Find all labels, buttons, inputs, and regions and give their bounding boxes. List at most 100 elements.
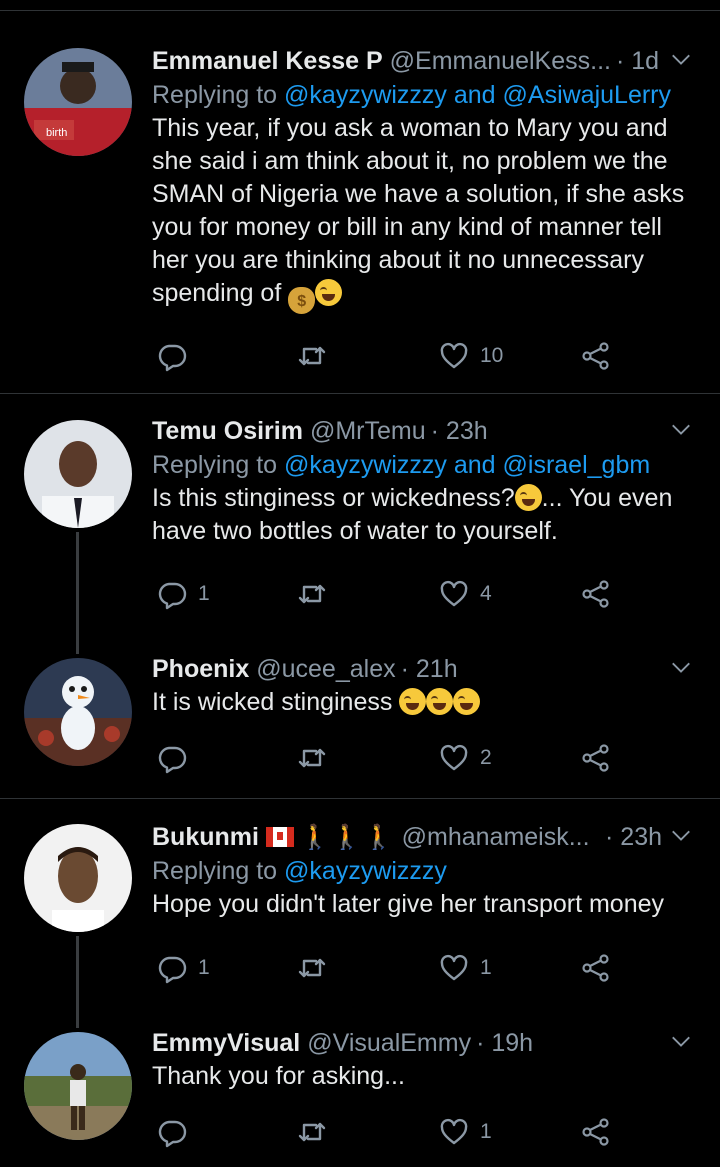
tears-of-joy-icon — [453, 688, 481, 715]
timestamp[interactable]: · 19h — [476, 1029, 533, 1058]
timestamp[interactable]: · 23h — [605, 823, 662, 852]
reply-button[interactable]: 1 — [156, 574, 210, 614]
tweet-header: Phoenix @ucee_alex · 21h — [152, 652, 696, 686]
reply-button[interactable] — [156, 1112, 198, 1152]
user-handle[interactable]: @VisualEmmy — [307, 1029, 471, 1058]
share-icon — [582, 1118, 609, 1146]
tweet-text: Hope you didn't later give her transport… — [152, 888, 696, 921]
user-handle[interactable]: @EmmanuelKess... — [390, 47, 611, 76]
retweet-button[interactable] — [296, 336, 338, 376]
retweet-icon — [298, 958, 326, 978]
heart-icon — [440, 1118, 468, 1145]
like-count: 1 — [480, 1120, 492, 1143]
retweet-icon — [298, 584, 326, 604]
walking-person-icon: 🚶 — [331, 823, 362, 851]
tweet-text: It is wicked stinginess — [152, 686, 696, 719]
heart-icon — [440, 744, 468, 771]
like-button[interactable]: 1 — [438, 1112, 492, 1152]
reply-button[interactable] — [156, 738, 198, 778]
share-button[interactable] — [580, 574, 612, 614]
tears-of-joy-icon — [514, 484, 542, 511]
replying-prefix: Replying to — [152, 81, 278, 109]
reply-icon — [158, 344, 187, 372]
display-name[interactable]: EmmyVisual — [152, 1029, 300, 1058]
retweet-icon — [298, 346, 326, 366]
replying-prefix: Replying to — [152, 857, 278, 885]
timestamp[interactable]: · 21h — [401, 655, 458, 684]
tweet-body: Thank you for asking... — [152, 1062, 405, 1090]
tweet-body: It is wicked stinginess — [152, 688, 393, 716]
like-button[interactable]: 4 — [438, 574, 492, 614]
chevron-down-icon[interactable] — [670, 48, 692, 70]
reply-icon — [158, 582, 187, 610]
retweet-icon — [298, 748, 326, 768]
reply-mentions[interactable]: @kayzywizzzy — [284, 857, 447, 885]
share-button[interactable] — [580, 948, 612, 988]
share-icon — [582, 342, 609, 370]
tweet-divider — [0, 798, 720, 799]
reply-icon — [158, 956, 187, 984]
reply-count: 1 — [198, 956, 210, 979]
tweet-header: Bukunmi 🚶 🚶 🚶 @mhanameisk... · 23h — [152, 820, 696, 854]
tweet-header: Temu Osirim @MrTemu · 23h — [152, 414, 696, 448]
money-bag-icon: $ — [288, 287, 316, 314]
tweet-text: Is this stinginess or wickedness?... You… — [152, 482, 696, 548]
chevron-down-icon[interactable] — [670, 824, 692, 846]
like-button[interactable]: 2 — [438, 738, 492, 778]
user-handle[interactable]: @MrTemu — [310, 417, 426, 446]
thread-line — [76, 936, 79, 1028]
top-divider — [0, 10, 720, 11]
like-button[interactable]: 1 — [438, 948, 492, 988]
share-icon — [582, 744, 609, 772]
avatar[interactable] — [24, 824, 132, 932]
avatar[interactable] — [24, 658, 132, 766]
tweet-actions: 2 — [152, 738, 652, 778]
tweet-actions: 1 4 — [152, 574, 652, 614]
reply-count: 1 — [198, 582, 210, 605]
chevron-down-icon[interactable] — [670, 1030, 692, 1052]
share-button[interactable] — [580, 336, 612, 376]
tweet-body: This year, if you ask a woman to Mary yo… — [152, 114, 685, 307]
replying-to: Replying to @kayzywizzzy and @AsiwajuLer… — [152, 78, 696, 112]
like-button[interactable]: 10 — [438, 336, 503, 376]
avatar[interactable]: birth — [24, 48, 132, 156]
tweet-actions: 10 — [152, 336, 652, 376]
retweet-icon — [298, 1122, 326, 1142]
tweet-text: Thank you for asking... — [152, 1060, 696, 1093]
retweet-button[interactable] — [296, 948, 338, 988]
canada-flag-icon — [265, 827, 294, 847]
walking-person-icon: 🚶 — [363, 823, 394, 851]
display-name[interactable]: Bukunmi — [152, 823, 259, 852]
avatar[interactable] — [24, 1032, 132, 1140]
display-name[interactable]: Temu Osirim — [152, 417, 303, 446]
user-handle[interactable]: @ucee_alex — [256, 655, 395, 684]
share-icon — [582, 580, 609, 608]
display-name[interactable]: Emmanuel Kesse P — [152, 47, 383, 76]
tweet-divider — [0, 393, 720, 394]
retweet-button[interactable] — [296, 738, 338, 778]
reply-button[interactable] — [156, 336, 198, 376]
reply-mentions[interactable]: @kayzywizzzy and @AsiwajuLerry — [284, 81, 671, 109]
retweet-button[interactable] — [296, 1112, 338, 1152]
tears-of-joy-icon — [315, 279, 343, 306]
share-button[interactable] — [580, 1112, 612, 1152]
user-handle[interactable]: @mhanameisk... — [402, 823, 590, 852]
timestamp[interactable]: · 23h — [431, 417, 488, 446]
walking-person-icon: 🚶 — [299, 823, 330, 851]
retweet-button[interactable] — [296, 574, 338, 614]
thread-line — [76, 532, 79, 654]
share-button[interactable] — [580, 738, 612, 778]
like-count: 2 — [480, 746, 492, 769]
timestamp[interactable]: · 1d — [616, 47, 659, 76]
like-count: 10 — [480, 344, 504, 367]
like-count: 1 — [480, 956, 492, 979]
avatar[interactable] — [24, 420, 132, 528]
reply-mentions[interactable]: @kayzywizzzy and @israel_gbm — [284, 451, 650, 479]
chevron-down-icon[interactable] — [670, 656, 692, 678]
heart-icon — [440, 580, 468, 607]
chevron-down-icon[interactable] — [670, 418, 692, 440]
display-name[interactable]: Phoenix — [152, 655, 249, 684]
reply-button[interactable]: 1 — [156, 948, 210, 988]
heart-icon — [440, 954, 468, 981]
tweet-text: This year, if you ask a woman to Mary yo… — [152, 112, 696, 314]
